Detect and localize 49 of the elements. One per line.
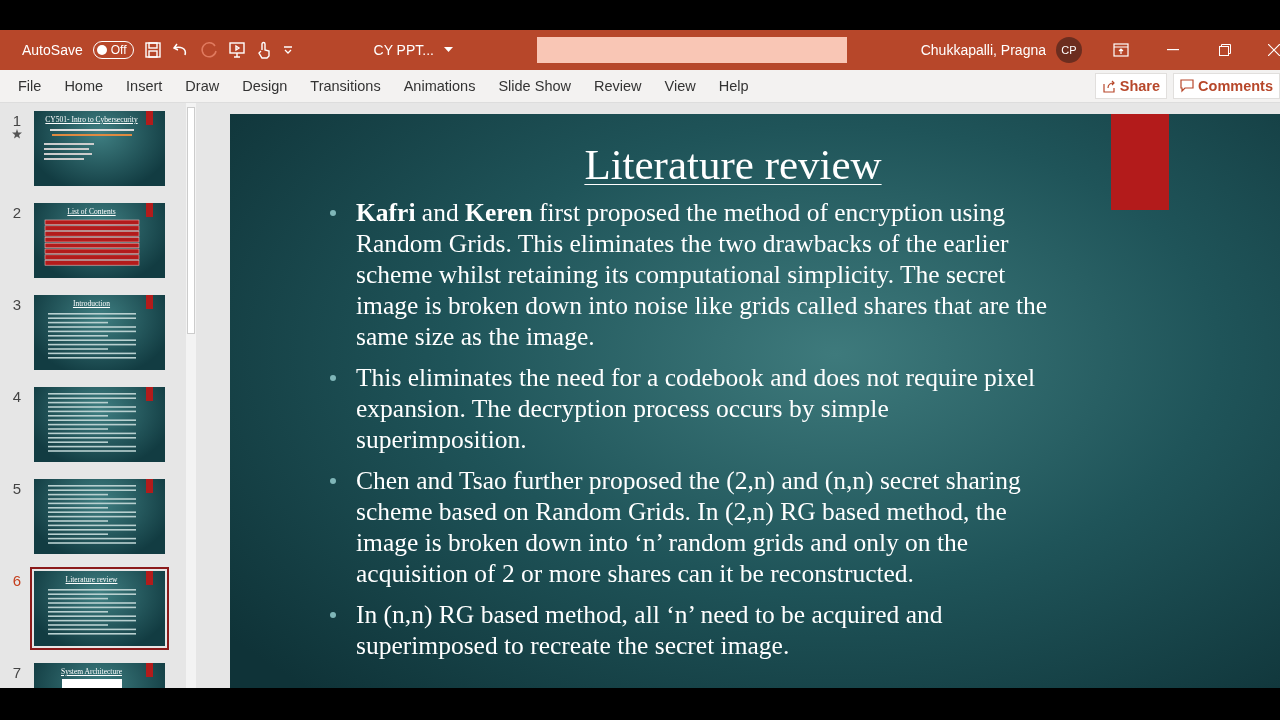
presentation-icon[interactable] [227,41,246,59]
ribbon-tab[interactable]: Slide Show [498,70,571,102]
bullet-text: Chen and Tsao further proposed the (2,n) and (n,n) secret sharing scheme based on Random Grids. In (2,n) RG based method, the image is broken down into ‘n’ random grids and only on the acquisition of 2 or more shares can it be reconstructed. [356,465,1022,589]
user-name: Chukkapalli, Pragna [920,42,1046,58]
touch-icon[interactable] [255,41,272,59]
bullet-text: Kafri and Keren first proposed the method of encryption using Random Grids. This eliminates the two drawbacks of the earlier scheme whilst retaining its computational simplicity. The secret image is broken down into noise like grids called shares that are the same size as the image. [356,197,1049,352]
ribbon-tab[interactable]: Design [242,70,288,102]
search-field[interactable] [536,37,847,63]
slide-number: 3 [12,296,22,313]
slide-title: Literature review [583,140,883,189]
thumbnail-accent-bar [146,203,153,217]
ribbon-tab[interactable]: View [664,70,696,102]
comments-button[interactable]: Comments [1173,73,1280,99]
bullet-icon [330,210,336,216]
ribbon-tab[interactable]: Home [64,70,104,102]
bullet-text: This eliminates the need for a codebook and does not require pixel expansion. The decryption process occurs by simple superimposition. [356,362,1037,455]
thumbnail-accent-bar [146,111,153,125]
ribbon-tab[interactable]: Transitions [310,70,381,102]
customize-icon[interactable] [281,44,294,56]
bullet-icon [330,478,336,484]
share-icon [1101,79,1116,93]
thumbnail-accent-bar [146,387,153,401]
bullet-text: In (n,n) RG based method, all ‘n’ need to be acquired and superimposed to recreate the secret image. [356,599,944,661]
ribbon-tab[interactable]: Animations [403,70,476,102]
thumbnail-accent-bar [146,663,153,677]
file-name-button[interactable]: CY PPT... [373,42,453,58]
comment-icon [1180,79,1195,93]
slide-number: 4 [12,388,22,405]
thumbnail-accent-bar [146,295,153,309]
ribbon-tab[interactable]: Insert [126,70,163,102]
scrollbar-thumb[interactable] [187,107,195,334]
user-avatar[interactable]: CP [1056,37,1082,63]
ribbon-tab[interactable]: Review [594,70,642,102]
save-icon[interactable] [143,41,162,59]
bullet-icon [330,612,336,618]
ribbon-tab[interactable]: Draw [185,70,220,102]
thumbnail-accent-bar [146,571,153,585]
thumbnail-accent-bar [146,479,153,493]
share-button[interactable]: Share [1094,73,1168,99]
bullet-icon [330,375,336,381]
slide-number: 2 [12,204,22,221]
ribbon-tab[interactable]: File [18,70,42,102]
slide-number: 6 [12,572,22,589]
slide-number: 1 [12,112,22,129]
ribbon-tab[interactable]: Help [718,70,749,102]
autosave-label: AutoSave [22,42,83,58]
slide-number: 5 [12,480,22,497]
caret-icon [443,47,453,53]
slide-number: 7 [12,664,22,681]
